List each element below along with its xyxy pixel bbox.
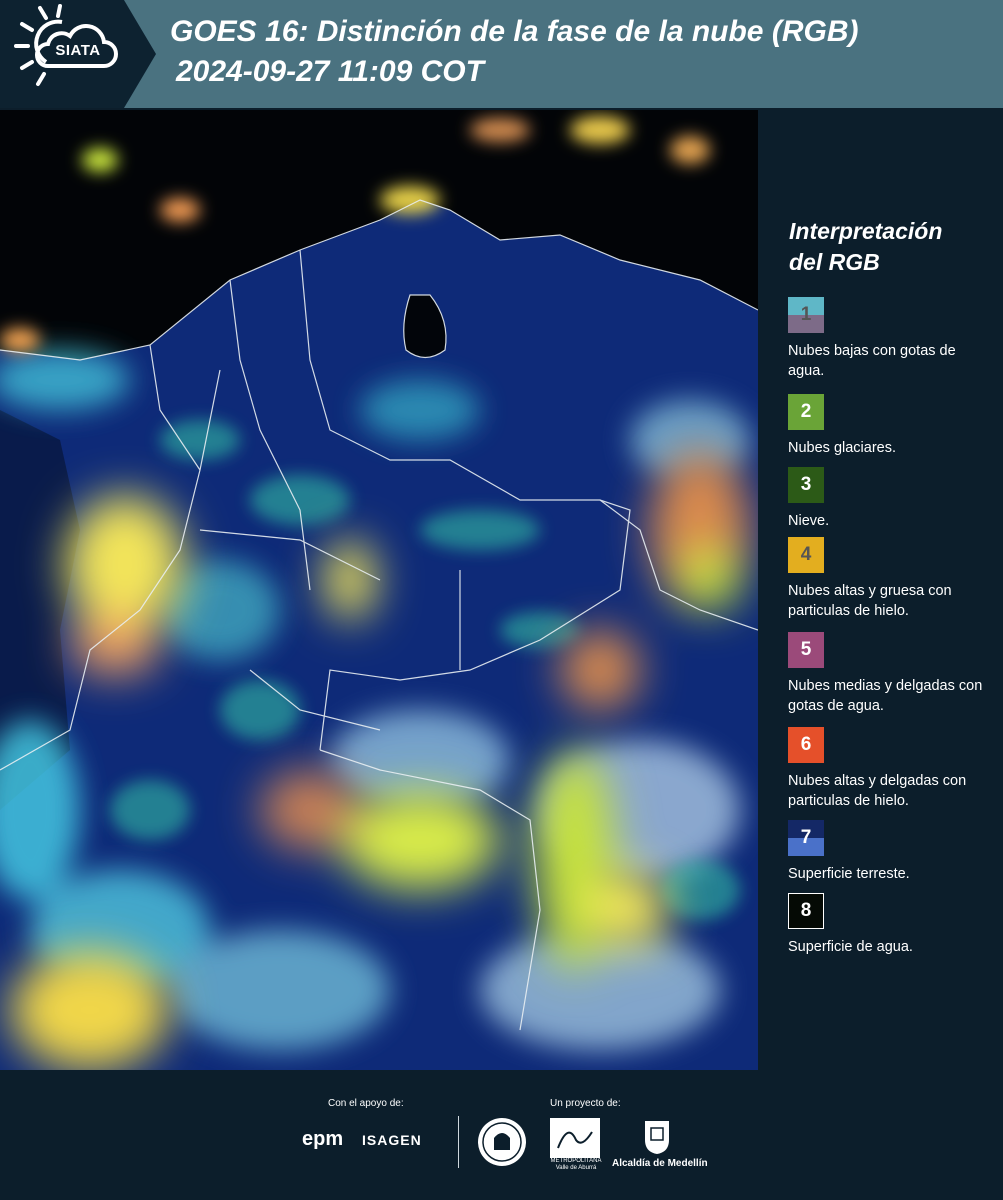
legend-swatch: 7: [788, 820, 824, 856]
legend-item: 2 Nubes glaciares.: [788, 394, 993, 458]
legend-label: Superficie de agua.: [788, 939, 913, 955]
alcaldia-label: Alcaldía de Medellín: [612, 1158, 708, 1169]
legend-swatch: 4: [788, 537, 824, 573]
legend-item: 7 Superficie terreste.: [788, 820, 993, 884]
legend-swatch: 2: [788, 394, 824, 430]
legend-title: Interpretación del RGB: [789, 216, 942, 278]
logo-text: SIATA: [55, 42, 101, 59]
legend-item: 4 Nubes altas y gruesa con particulas de…: [788, 537, 993, 621]
legend-item: 6 Nubes altas y delgadas con particulas …: [788, 727, 993, 811]
legend-panel: Interpretación del RGB 1 Nubes bajas con…: [776, 110, 998, 1070]
legend-label: Nubes bajas con gotas de agua.: [788, 343, 956, 379]
legend-label: Nubes glaciares.: [788, 440, 896, 456]
page-timestamp: 2024-09-27 11:09 COT: [176, 55, 484, 88]
legend-item: 3 Nieve.: [788, 467, 993, 531]
legend-swatch: 1: [788, 297, 824, 333]
legend-item: 5 Nubes medias y delgadas con gotas de a…: [788, 632, 993, 716]
legend-item: 1 Nubes bajas con gotas de agua.: [788, 297, 993, 381]
legend-item: 8 Superficie de agua.: [788, 893, 993, 957]
area-metropolitana-label: METROPOLITANA Valle de Aburrá: [550, 1158, 602, 1171]
footer: Con el apoyo de: Un proyecto de: epm ISA…: [0, 1070, 1003, 1200]
legend-label: Nubes altas y gruesa con particulas de h…: [788, 583, 952, 619]
seal-icon: [478, 1118, 526, 1166]
footer-divider: [458, 1116, 459, 1168]
epm-logo: epm: [302, 1128, 344, 1150]
siata-logo: SIATA: [0, 0, 156, 108]
area-logo-icon: [550, 1118, 600, 1158]
legend-label: Nubes altas y delgadas con particulas de…: [788, 773, 967, 809]
satellite-map: [0, 110, 758, 1070]
coat-of-arms-icon: [645, 1121, 669, 1154]
page-title: GOES 16: Distinción de la fase de la nub…: [170, 15, 859, 48]
legend-label: Superficie terreste.: [788, 866, 910, 882]
legend-swatch: 5: [788, 632, 824, 668]
isagen-logo: ISAGEN: [362, 1132, 422, 1148]
legend-label: Nubes medias y delgadas con gotas de agu…: [788, 678, 983, 714]
project-label: Un proyecto de:: [550, 1098, 621, 1109]
header-bar: SIATA GOES 16: Distinción de la fase de …: [0, 0, 1003, 108]
rgb-composite-image: [0, 110, 758, 1070]
legend-label: Nieve.: [788, 513, 830, 529]
legend-title-line2: del RGB: [789, 249, 880, 275]
support-label: Con el apoyo de:: [328, 1098, 404, 1109]
legend-swatch: 6: [788, 727, 824, 763]
legend-swatch: 3: [788, 467, 824, 503]
legend-title-line1: Interpretación: [789, 218, 943, 244]
legend-swatch: 8: [788, 893, 824, 929]
